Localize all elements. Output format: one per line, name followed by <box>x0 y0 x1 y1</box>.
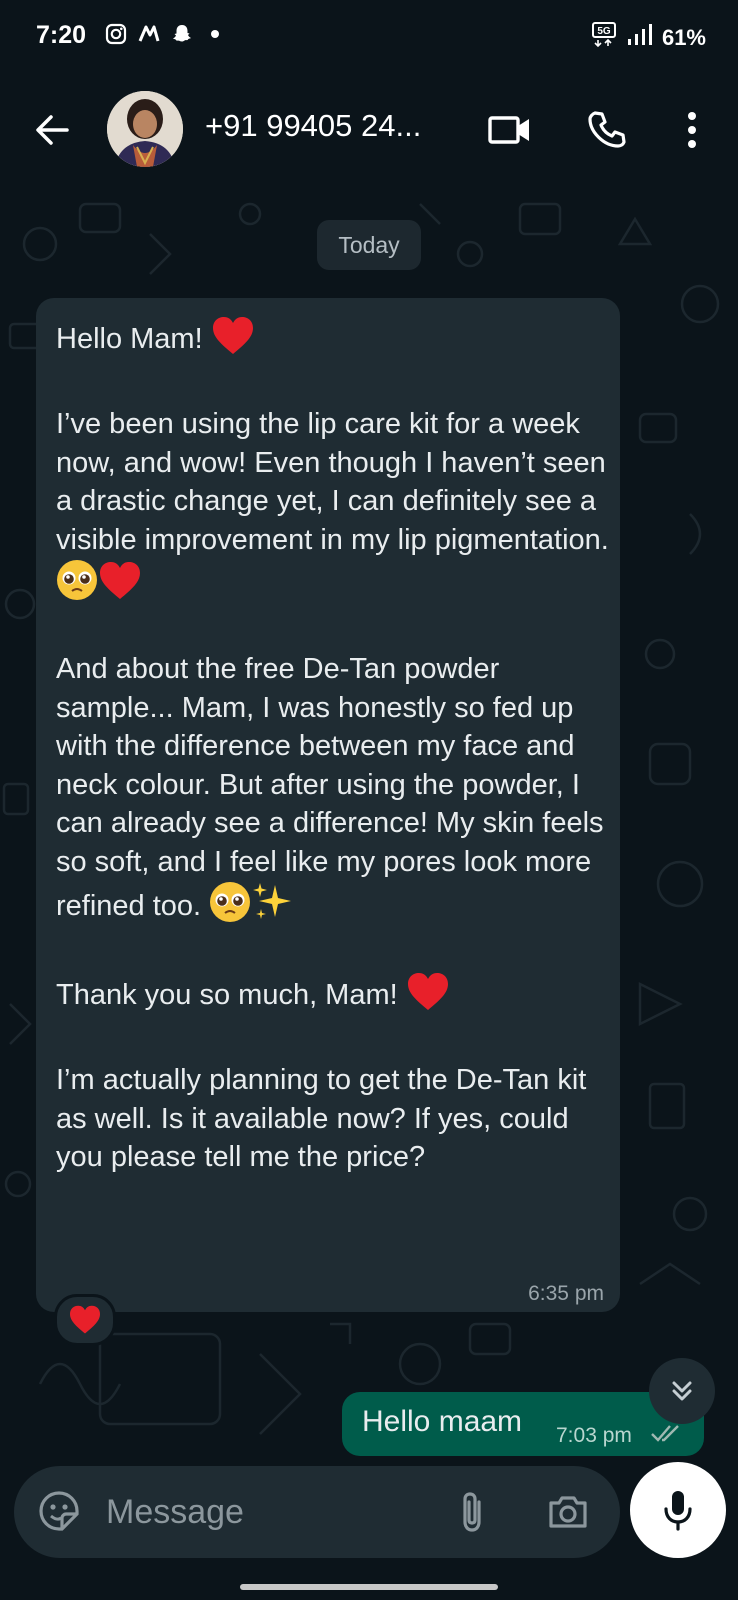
gesture-bar[interactable] <box>240 1584 498 1590</box>
status-time: 7:20 <box>36 21 87 49</box>
message-text: Hello Mam! I’ve been using the lip care … <box>56 316 616 1177</box>
incoming-message[interactable]: Hello Mam! I’ve been using the lip care … <box>36 298 620 1312</box>
paperclip-icon <box>463 1492 481 1532</box>
status-bar: 7:20 5G 61% <box>0 0 738 74</box>
paragraph-2: I’ve been using the lip care kit for a w… <box>56 408 614 556</box>
message-input[interactable] <box>106 1490 426 1534</box>
more-vert-icon <box>688 112 696 148</box>
contact-name[interactable]: +91 99405 24... <box>205 108 421 144</box>
pleading-face-emoji-icon <box>209 881 251 934</box>
back-button[interactable] <box>26 104 78 156</box>
red-heart-emoji-icon <box>406 972 450 1023</box>
battery-level: 61% <box>661 25 706 50</box>
video-call-button[interactable] <box>484 104 536 156</box>
attach-button[interactable] <box>448 1488 496 1536</box>
heart-reaction-icon <box>70 1305 100 1334</box>
paragraph-4: Thank you so much, Mam! <box>56 979 406 1011</box>
chat-area[interactable]: Today Hello Mam! I’ve been using the lip… <box>0 184 738 1464</box>
paragraph-1: Hello Mam! <box>56 323 211 355</box>
phone-icon <box>588 111 626 148</box>
outgoing-time: 7:03 pm <box>556 1424 632 1447</box>
notification-icons <box>104 22 227 46</box>
system-status: 5G 61% <box>591 22 706 54</box>
more-options-button[interactable] <box>666 104 718 156</box>
voice-call-button[interactable] <box>580 104 632 156</box>
signal-icon <box>626 23 654 53</box>
heart-reaction[interactable] <box>54 1294 116 1346</box>
outgoing-message[interactable]: Hello maam 7:03 pm <box>342 1392 704 1456</box>
sparkles-emoji-icon <box>251 881 293 934</box>
network-5g-icon: 5G <box>591 22 618 54</box>
svg-text:5G: 5G <box>597 26 611 37</box>
paragraph-5: I’m actually planning to get the De-Tan … <box>56 1064 595 1173</box>
avatar[interactable] <box>107 91 183 167</box>
red-heart-emoji-icon <box>98 561 142 612</box>
video-call-icon <box>488 116 529 144</box>
camera-icon <box>549 1496 587 1528</box>
mic-icon <box>664 1491 692 1531</box>
chat-header: +91 99405 24... <box>0 74 738 184</box>
voice-record-button[interactable] <box>630 1462 726 1558</box>
message-time: 6:35 pm <box>528 1282 604 1305</box>
sticker-icon <box>39 1491 79 1531</box>
instagram-icon <box>104 22 128 46</box>
scroll-to-bottom-button[interactable] <box>649 1358 715 1424</box>
outgoing-text: Hello maam <box>362 1405 523 1438</box>
arrow-left-icon <box>36 115 69 145</box>
date-chip: Today <box>317 220 421 270</box>
app-notification-icon <box>137 22 161 46</box>
snapchat-icon <box>170 22 194 46</box>
paragraph-3: And about the free De-Tan powder sample.… <box>56 653 612 922</box>
red-heart-emoji-icon <box>211 316 255 367</box>
more-notifications-dot-icon <box>203 22 227 46</box>
pleading-face-emoji-icon <box>56 559 98 612</box>
double-chevron-down-icon <box>672 1381 692 1401</box>
camera-button[interactable] <box>544 1488 592 1536</box>
message-composer <box>14 1466 620 1558</box>
double-check-icon <box>650 1422 684 1449</box>
emoji-sticker-button[interactable] <box>36 1488 82 1534</box>
